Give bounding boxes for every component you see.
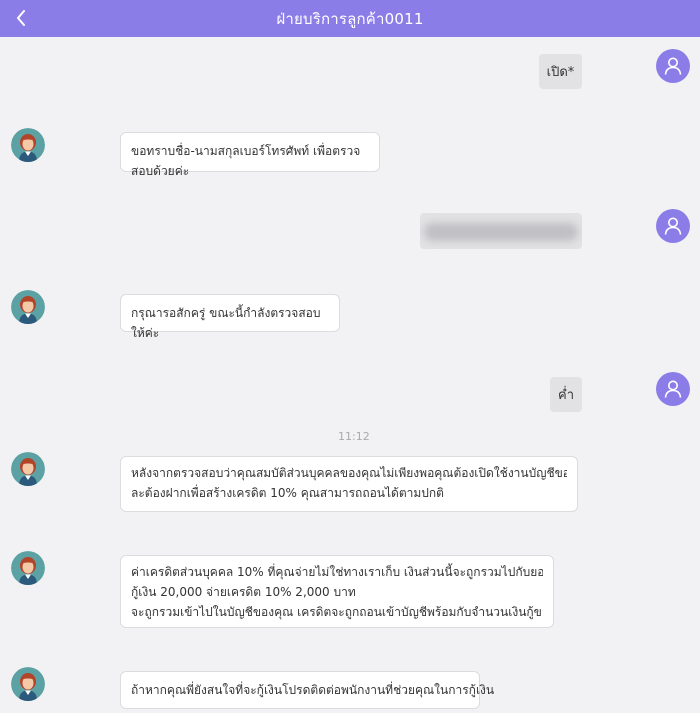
agent-avatar[interactable] xyxy=(11,128,45,162)
message-text: ถ้าหากคุณพี่ยังสนใจที่จะกู้เงินโปรดติดต่… xyxy=(131,683,495,697)
agent-avatar-icon xyxy=(11,452,45,486)
chat-header: ฝ่ายบริการลูกค้า0011 xyxy=(0,0,700,37)
redacted-content xyxy=(424,223,578,241)
user-avatar[interactable] xyxy=(656,372,690,406)
outgoing-message-redacted[interactable] xyxy=(420,213,582,249)
message-text: ค่ำ xyxy=(558,388,574,403)
chat-title: ฝ่ายบริการลูกค้า0011 xyxy=(276,9,424,28)
agent-avatar[interactable] xyxy=(11,551,45,585)
message-text: ขอทราบชื่อ-นามสกุลเบอร์โทรศัพท์ เพื่อตรว… xyxy=(131,144,361,178)
message-text-line: หลังจากตรวจสอบว่าคุณสมบัติส่วนบุคคลของคุ… xyxy=(131,466,567,480)
user-icon xyxy=(664,217,682,235)
incoming-message[interactable]: ถ้าหากคุณพี่ยังสนใจที่จะกู้เงินโปรดติดต่… xyxy=(120,671,494,709)
message-timestamp: 11:12 xyxy=(338,430,370,443)
message-text: เปิด* xyxy=(546,65,575,80)
message-text-line: กู้เงิน 20,000 จ่ายเครดิต 10% 2,000 บาท xyxy=(131,585,356,599)
message-text-line: จะถูกรวมเข้าไปในบัญชีของคุณ เครดิตจะถูกถ… xyxy=(131,605,543,619)
user-avatar[interactable] xyxy=(656,49,690,83)
outgoing-message[interactable]: เปิด* xyxy=(539,54,582,89)
incoming-message[interactable]: กรุณารอสักครู่ ขณะนี้กำลังตรวจสอบให้ค่ะ xyxy=(120,294,340,340)
incoming-message[interactable]: ค่าเครดิตส่วนบุคคล 10% ที่คุณจ่ายไม่ใช่ท… xyxy=(120,555,554,628)
chevron-left-icon xyxy=(17,10,25,26)
message-text-line: ค่าเครดิตส่วนบุคคล 10% ที่คุณจ่ายไม่ใช่ท… xyxy=(131,565,543,579)
agent-avatar-icon xyxy=(11,290,45,324)
back-button[interactable] xyxy=(8,5,34,31)
user-icon xyxy=(664,380,682,398)
incoming-message[interactable]: หลังจากตรวจสอบว่าคุณสมบัติส่วนบุคคลของคุ… xyxy=(120,456,578,512)
message-text-line: ละต้องฝากเพื่อสร้างเครดิต 10% คุณสามารถถ… xyxy=(131,486,444,500)
incoming-message[interactable]: ขอทราบชื่อ-นามสกุลเบอร์โทรศัพท์ เพื่อตรว… xyxy=(120,132,380,178)
agent-avatar[interactable] xyxy=(11,667,45,701)
agent-avatar[interactable] xyxy=(11,290,45,324)
user-avatar[interactable] xyxy=(656,209,690,243)
user-icon xyxy=(664,57,682,75)
agent-avatar[interactable] xyxy=(11,452,45,486)
agent-avatar-icon xyxy=(11,667,45,701)
message-text: กรุณารอสักครู่ ขณะนี้กำลังตรวจสอบให้ค่ะ xyxy=(131,306,321,340)
agent-avatar-icon xyxy=(11,128,45,162)
outgoing-message[interactable]: ค่ำ xyxy=(550,377,582,412)
agent-avatar-icon xyxy=(11,551,45,585)
